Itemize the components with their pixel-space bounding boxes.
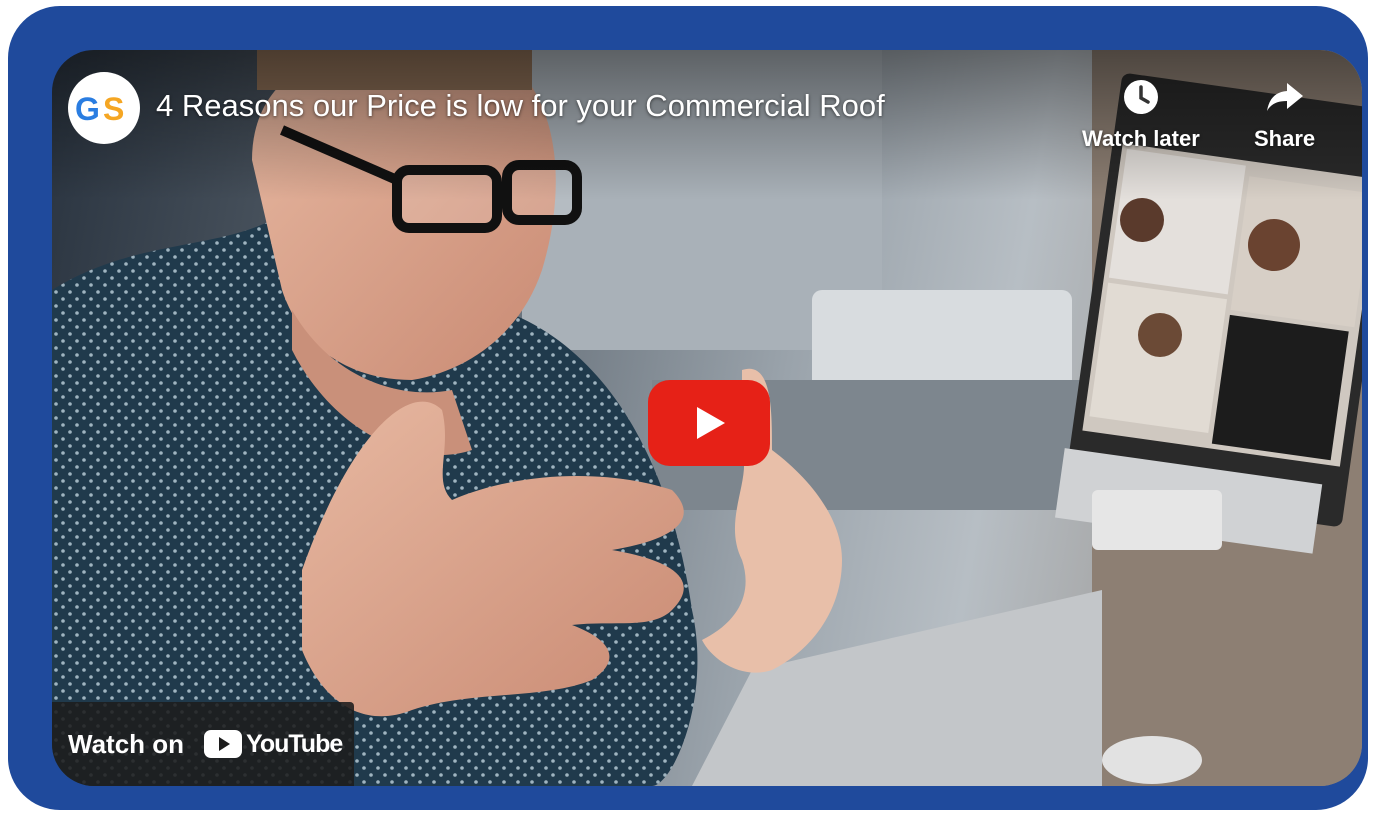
channel-avatar[interactable]: G S: [68, 72, 140, 144]
watch-later-button[interactable]: Watch later: [1082, 74, 1200, 152]
watch-on-youtube-button[interactable]: Watch on YouTube: [52, 702, 354, 786]
youtube-wordmark: YouTube: [246, 729, 343, 758]
share-button[interactable]: Share: [1254, 74, 1315, 152]
watch-later-label: Watch later: [1082, 126, 1200, 151]
clock-icon: [1118, 74, 1164, 120]
video-player[interactable]: G S 4 Reasons our Price is low for your …: [52, 50, 1362, 786]
share-arrow-icon: [1262, 74, 1308, 120]
play-icon: [697, 407, 725, 439]
gs-logo-icon: G S: [75, 91, 124, 127]
youtube-logo-icon: [204, 730, 243, 758]
blue-frame: G S 4 Reasons our Price is low for your …: [8, 6, 1368, 810]
svg-text:G: G: [75, 91, 100, 127]
watch-on-label: Watch on: [68, 728, 185, 759]
video-title[interactable]: 4 Reasons our Price is low for your Comm…: [156, 88, 885, 124]
play-button[interactable]: [648, 380, 770, 466]
share-label: Share: [1254, 126, 1316, 151]
svg-text:S: S: [103, 91, 124, 127]
youtube-logo: YouTube: [204, 729, 343, 759]
